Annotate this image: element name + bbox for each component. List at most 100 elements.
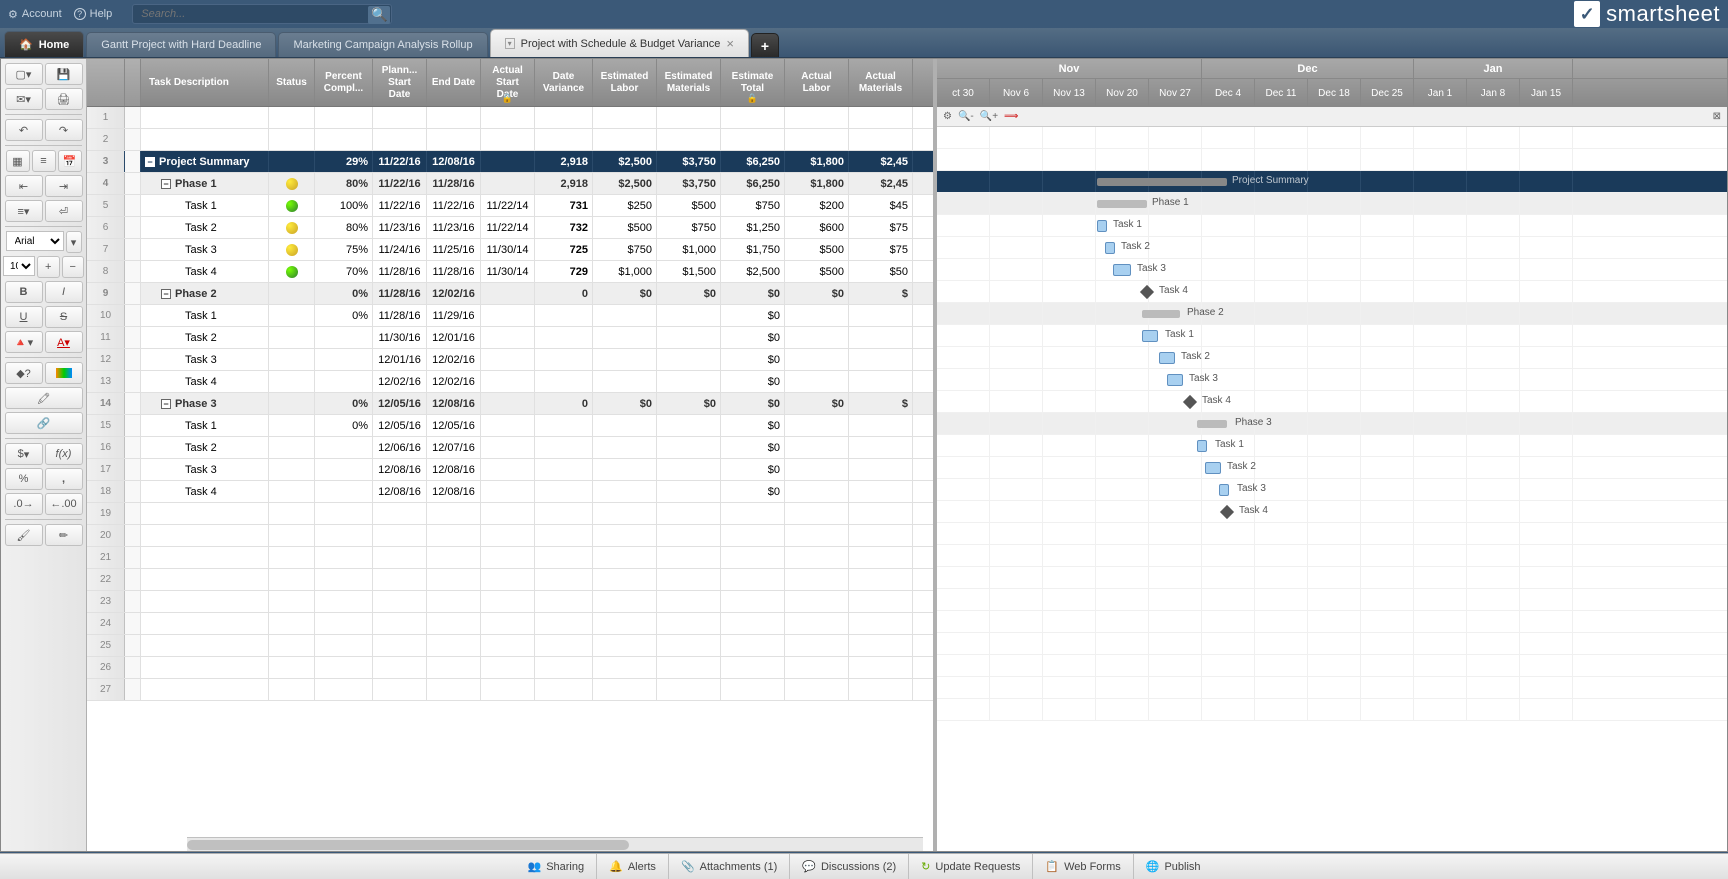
size-select[interactable]: 10 <box>3 256 35 276</box>
new-button[interactable]: ▢▾ <box>5 63 43 85</box>
attachments-button[interactable]: 📎Attachments (1) <box>668 854 789 879</box>
table-row[interactable]: 26 <box>87 657 933 679</box>
add-tab-button[interactable]: + <box>751 33 779 57</box>
web-forms-button[interactable]: 📋Web Forms <box>1032 854 1132 879</box>
table-row[interactable]: 20 <box>87 525 933 547</box>
table-row[interactable]: 7 Task 3 75% 11/24/16 11/25/16 11/30/14 … <box>87 239 933 261</box>
bold-button[interactable]: B <box>5 281 43 303</box>
table-row[interactable]: 14 −Phase 3 0% 12/05/16 12/08/16 0 $0 $0… <box>87 393 933 415</box>
size-inc[interactable]: + <box>37 256 60 278</box>
account-link[interactable]: ⚙ Account <box>8 8 62 21</box>
table-row[interactable]: 13 Task 4 12/02/16 12/02/16 $0 <box>87 371 933 393</box>
horizontal-scrollbar[interactable] <box>187 837 923 851</box>
gantt-critical-icon[interactable]: ⟹ <box>1004 111 1018 122</box>
col-pstart[interactable]: Plann... Start Date <box>373 59 427 106</box>
gantt-bar[interactable] <box>1142 310 1180 318</box>
paint-format-button[interactable]: 🖌 <box>5 524 43 546</box>
save-button[interactable]: 💾 <box>45 63 83 85</box>
table-row[interactable]: 12 Task 3 12/01/16 12/02/16 $0 <box>87 349 933 371</box>
format-button[interactable] <box>45 362 83 384</box>
home-tab[interactable]: 🏠 Home <box>4 31 84 57</box>
col-etot[interactable]: Estimate Total🔒 <box>721 59 785 106</box>
table-row[interactable]: 10 Task 1 0% 11/28/16 11/29/16 $0 <box>87 305 933 327</box>
align-button[interactable]: ≡▾ <box>5 200 43 222</box>
table-row[interactable]: 16 Task 2 12/06/16 12/07/16 $0 <box>87 437 933 459</box>
comma-button[interactable]: , <box>45 468 83 490</box>
indent-button[interactable]: ⇥ <box>45 175 83 197</box>
discussions-button[interactable]: 💬Discussions (2) <box>789 854 908 879</box>
table-row[interactable]: 23 <box>87 591 933 613</box>
email-button[interactable]: ✉▾ <box>5 88 43 110</box>
col-astart[interactable]: Actual Start Date🔒 <box>481 59 535 106</box>
gantt-bar[interactable] <box>1097 200 1147 208</box>
clear-format-button[interactable]: ✏ <box>45 524 83 546</box>
outdent-button[interactable]: ⇤ <box>5 175 43 197</box>
undo-button[interactable]: ↶ <box>5 119 43 141</box>
font-dropdown[interactable]: ▾ <box>66 231 82 253</box>
table-row[interactable]: 15 Task 1 0% 12/05/16 12/05/16 $0 <box>87 415 933 437</box>
table-row[interactable]: 11 Task 2 11/30/16 12/01/16 $0 <box>87 327 933 349</box>
currency-button[interactable]: $▾ <box>5 443 43 465</box>
table-row[interactable]: 8 Task 4 70% 11/28/16 11/28/16 11/30/14 … <box>87 261 933 283</box>
highlight-button[interactable]: 🖍 <box>5 387 83 409</box>
zoom-out-icon[interactable]: 🔍- <box>958 111 974 122</box>
tab-2[interactable]: ▾ Project with Schedule & Budget Varianc… <box>490 29 749 57</box>
expand-icon[interactable]: − <box>161 179 171 189</box>
tab-1[interactable]: Marketing Campaign Analysis Rollup <box>278 32 487 57</box>
expand-icon[interactable]: − <box>161 399 171 409</box>
table-row[interactable]: 19 <box>87 503 933 525</box>
gantt-settings-icon[interactable]: ⚙ <box>943 111 952 122</box>
gantt-bar[interactable] <box>1197 440 1207 452</box>
gantt-bar[interactable] <box>1167 374 1183 386</box>
table-row[interactable]: 21 <box>87 547 933 569</box>
gantt-bar[interactable] <box>1142 330 1158 342</box>
expand-icon[interactable]: − <box>145 157 155 167</box>
alerts-button[interactable]: 🔔Alerts <box>596 854 668 879</box>
update-requests-button[interactable]: ↻Update Requests <box>908 854 1032 879</box>
col-status[interactable]: Status <box>269 59 315 106</box>
tab-0[interactable]: Gantt Project with Hard Deadline <box>86 32 276 57</box>
table-row[interactable]: 25 <box>87 635 933 657</box>
gantt-bar[interactable] <box>1105 242 1115 254</box>
dec-increase-button[interactable]: ←.00 <box>45 493 83 515</box>
gantt-bar[interactable] <box>1197 420 1227 428</box>
redo-button[interactable]: ↷ <box>45 119 83 141</box>
close-icon[interactable]: × <box>726 36 734 51</box>
table-row[interactable]: 3 −Project Summary 29% 11/22/16 12/08/16… <box>87 151 933 173</box>
fill-color-button[interactable]: 🔺▾ <box>5 331 43 353</box>
table-row[interactable]: 17 Task 3 12/08/16 12/08/16 $0 <box>87 459 933 481</box>
table-row[interactable]: 27 <box>87 679 933 701</box>
gantt-bar[interactable] <box>1219 484 1229 496</box>
conditional-format-button[interactable]: ◆? <box>5 362 43 384</box>
help-link[interactable]: ? Help <box>74 8 113 20</box>
gantt-bar[interactable] <box>1113 264 1131 276</box>
percent-button[interactable]: % <box>5 468 43 490</box>
publish-button[interactable]: 🌐Publish <box>1133 854 1213 879</box>
table-row[interactable]: 5 Task 1 100% 11/22/16 11/22/16 11/22/14… <box>87 195 933 217</box>
col-complete[interactable]: Percent Compl... <box>315 59 373 106</box>
tab-menu-icon[interactable]: ▾ <box>505 38 515 49</box>
col-elab[interactable]: Estimated Labor <box>593 59 657 106</box>
sharing-button[interactable]: 👥Sharing <box>515 854 596 879</box>
col-dvar[interactable]: Date Variance <box>535 59 593 106</box>
search-button[interactable]: 🔍 <box>368 6 390 24</box>
table-row[interactable]: 6 Task 2 80% 11/23/16 11/23/16 11/22/14 … <box>87 217 933 239</box>
gantt-bar[interactable] <box>1097 220 1107 232</box>
search-input[interactable] <box>132 4 392 24</box>
gantt-bar[interactable] <box>1159 352 1175 364</box>
dec-decrease-button[interactable]: .0→ <box>5 493 43 515</box>
zoom-in-icon[interactable]: 🔍+ <box>980 111 998 122</box>
underline-button[interactable]: U <box>5 306 43 328</box>
size-dec[interactable]: − <box>62 256 85 278</box>
table-row[interactable]: 4 −Phase 1 80% 11/22/16 11/28/16 2,918 $… <box>87 173 933 195</box>
col-end[interactable]: End Date <box>427 59 481 106</box>
table-row[interactable]: 24 <box>87 613 933 635</box>
col-alab[interactable]: Actual Labor <box>785 59 849 106</box>
gantt-close-icon[interactable]: ⊠ <box>1713 111 1721 122</box>
strike-button[interactable]: S <box>45 306 83 328</box>
wrap-button[interactable]: ⏎ <box>45 200 83 222</box>
table-row[interactable]: 9 −Phase 2 0% 11/28/16 12/02/16 0 $0 $0 … <box>87 283 933 305</box>
table-row[interactable]: 18 Task 4 12/08/16 12/08/16 $0 <box>87 481 933 503</box>
gantt-view-button[interactable]: ≡ <box>32 150 56 172</box>
font-select[interactable]: Arial <box>6 231 64 251</box>
